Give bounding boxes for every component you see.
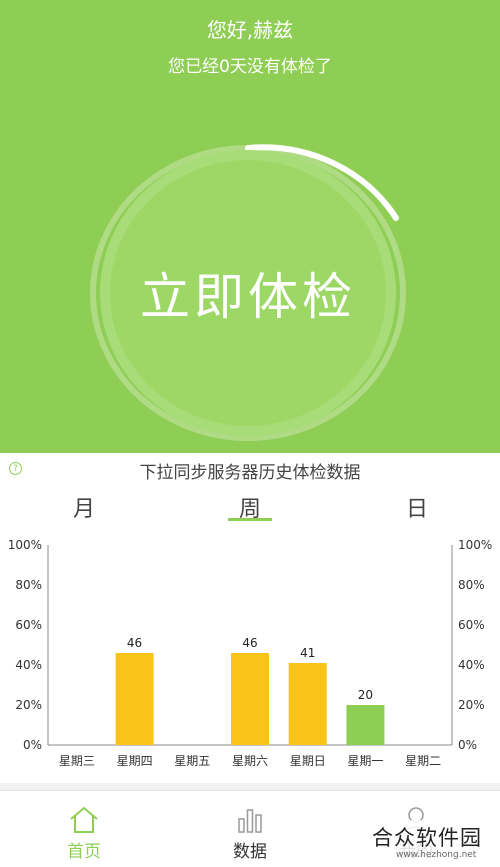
tab-day[interactable]: 日	[387, 491, 447, 523]
greeting: 您好,赫兹	[206, 18, 294, 42]
weekly-checkup-chart: 0% 0% 20% 20% 40% 40% 60% 60% 80% 80% 100% 100% 星期三 星…	[8, 538, 493, 768]
bar	[346, 705, 385, 745]
y-tick-label-left: 0%	[23, 738, 42, 752]
y-tick-label-left: 40%	[15, 658, 42, 672]
x-tick-label: 星期五	[174, 754, 210, 768]
bar-value-label: 46	[242, 636, 257, 650]
no-checkup-days-text: 您已经0天没有体检了	[168, 57, 332, 77]
bar	[231, 653, 269, 745]
y-tick-label-left: 20%	[15, 698, 42, 712]
bar	[115, 653, 154, 745]
start-checkup-button[interactable]: 立即体检	[100, 150, 396, 436]
x-tick-label: 星期日	[290, 754, 326, 768]
home-icon	[70, 806, 98, 833]
nav-data[interactable]: 数据	[190, 791, 310, 867]
bar-chart-icon	[238, 809, 262, 833]
x-tick-label: 星期一	[347, 754, 383, 768]
tab-month[interactable]: 月	[54, 491, 114, 523]
x-tick-label: 星期四	[117, 754, 153, 768]
y-tick-label-right: 80%	[458, 578, 485, 592]
nav-home-label: 首页	[67, 842, 101, 862]
hero-header: 您好,赫兹 您已经0天没有体检了 立即体检	[0, 0, 500, 453]
active-tab-indicator	[228, 518, 272, 521]
y-tick-label-right: 100%	[458, 538, 492, 552]
bar	[288, 663, 327, 745]
y-tick-label-right: 0%	[458, 738, 477, 752]
watermark-text: 合众软件园	[372, 826, 482, 850]
bar-value-label: 46	[127, 636, 142, 650]
watermark-logo: 合众软件园 www.hezhong.net	[368, 820, 500, 866]
nav-data-label: 数据	[233, 842, 267, 862]
y-tick-label-right: 60%	[458, 618, 485, 632]
watermark-url: www.hezhong.net	[396, 850, 477, 860]
nav-home[interactable]: 首页	[24, 791, 144, 867]
y-tick-label-right: 20%	[458, 698, 485, 712]
bar-value-label: 20	[358, 688, 373, 702]
x-tick-label: 星期六	[232, 754, 268, 768]
sync-hint: 下拉同步服务器历史体检数据	[139, 463, 361, 483]
x-tick-label: 星期三	[59, 754, 95, 768]
y-tick-label-right: 40%	[458, 658, 485, 672]
y-tick-label-left: 100%	[8, 538, 42, 552]
x-tick-label: 星期二	[405, 754, 441, 768]
y-tick-label-left: 60%	[15, 618, 42, 632]
y-tick-label-left: 80%	[15, 578, 42, 592]
bar-value-label: 41	[300, 646, 315, 660]
